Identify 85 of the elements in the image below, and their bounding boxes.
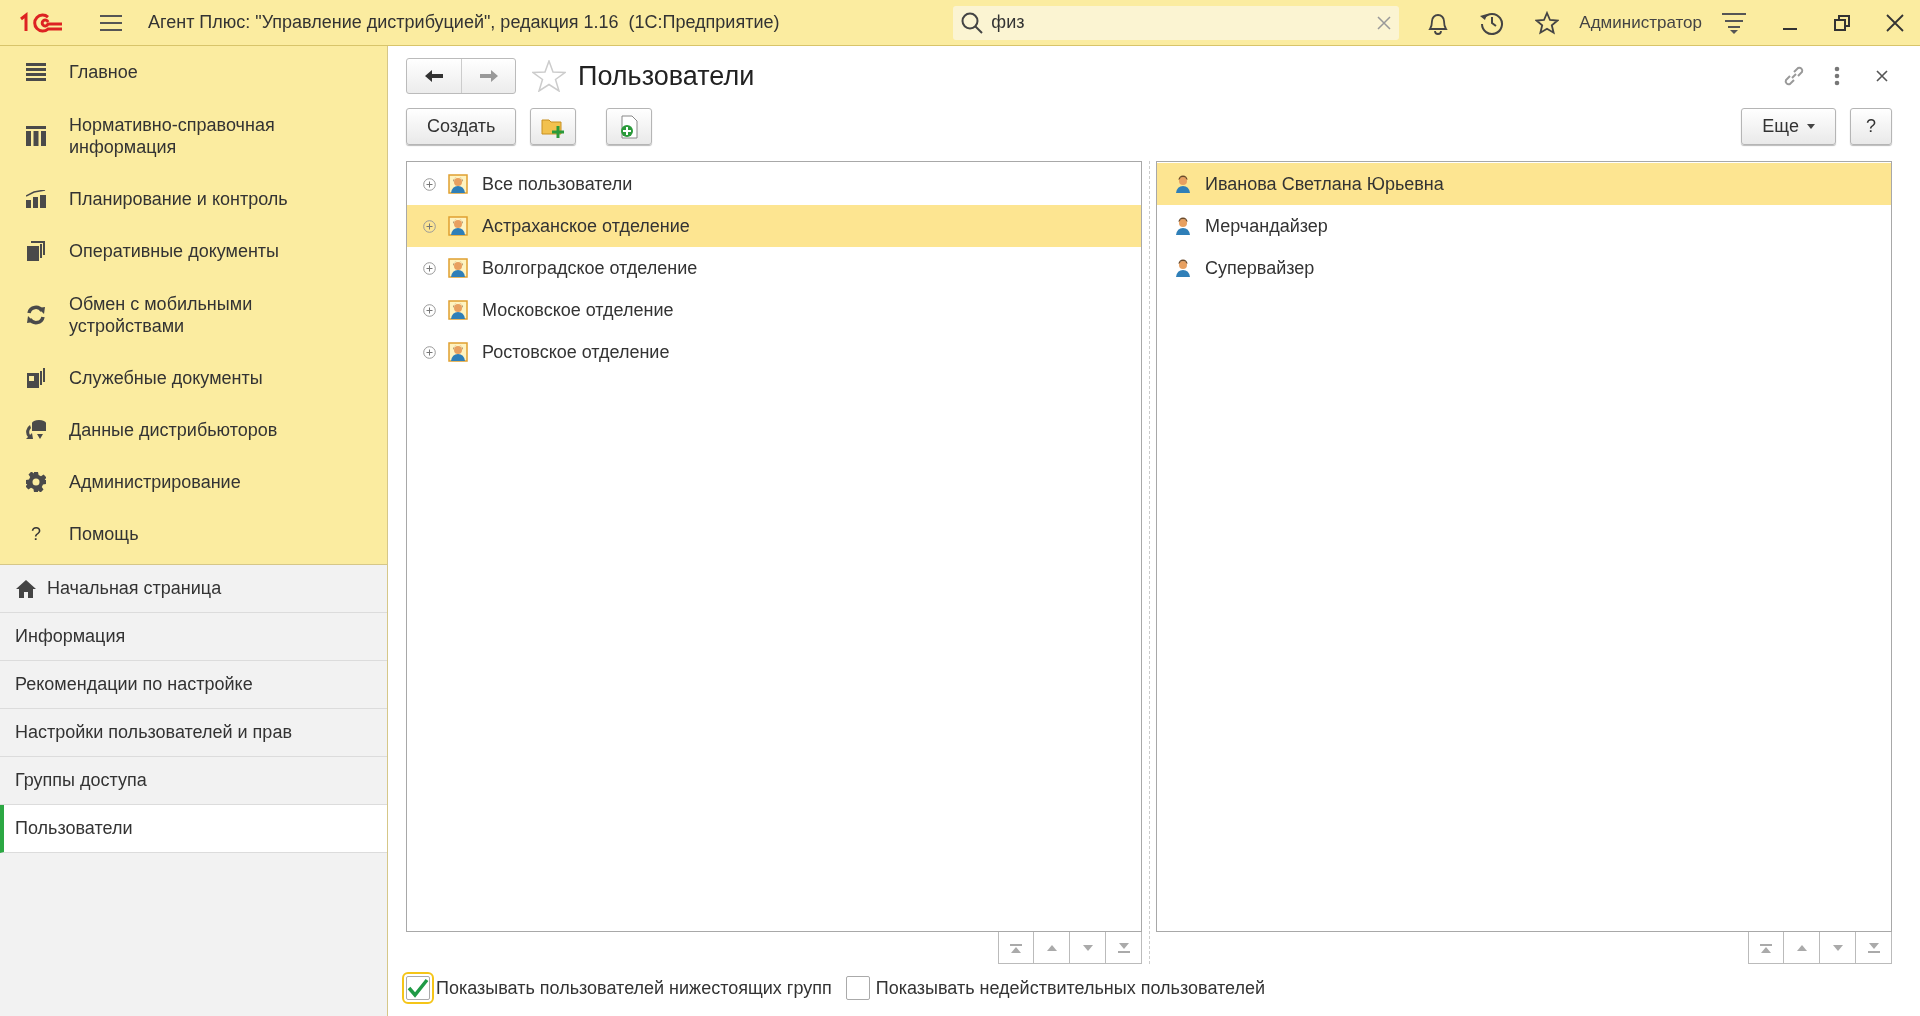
section-item[interactable]: Данные дистрибьюторов [0,404,387,456]
home-icon [15,578,37,599]
scroll-up-button[interactable] [1784,932,1820,964]
form-title: Пользователи [578,60,756,92]
clear-icon[interactable] [1377,15,1392,30]
more-button[interactable]: Еще [1741,108,1836,145]
scroll-top-button[interactable] [1748,932,1784,964]
sync-icon [26,304,46,325]
scroll-down-button[interactable] [1820,932,1856,964]
scroll-top-button[interactable] [998,932,1034,964]
user-name[interactable]: Администратор [1579,12,1702,33]
help-glyph: ? [31,523,41,545]
group-row[interactable]: Московское отделение [407,289,1141,331]
help-button[interactable]: ? [1850,108,1892,145]
user-row[interactable]: Супервайзер [1157,247,1891,289]
user-group-icon [448,174,468,194]
section-item[interactable]: Нормативно-справочная информация [0,98,387,173]
scroll-up-button[interactable] [1034,932,1070,964]
scroll-down-button[interactable] [1070,932,1106,964]
group-row[interactable]: Волгоградское отделение [407,247,1141,289]
user-icon [1175,259,1191,277]
user-group-icon [448,216,468,236]
user-row[interactable]: Иванова Светлана Юрьевна [1157,163,1891,205]
star-icon[interactable] [1535,10,1560,35]
group-row[interactable]: Все пользователи [407,163,1141,205]
checkbox[interactable] [845,976,870,1000]
books-icon [26,125,46,146]
more-icon[interactable] [1834,66,1840,86]
documents-icon [27,368,45,388]
user-group-icon [448,342,468,362]
nav-item[interactable]: Рекомендации по настройке [0,661,387,709]
nav-item[interactable]: Информация [0,613,387,661]
section-item[interactable]: Администрирование [0,456,387,508]
database-sync-icon [25,420,47,440]
menu-icon[interactable] [100,13,122,32]
create-button[interactable]: Создать [406,108,517,145]
group-row[interactable]: Астраханское отделение [407,205,1141,247]
create-folder-button[interactable] [530,108,577,145]
checkbox-label: Показывать недействительных пользователей [875,977,1266,999]
section-item[interactable]: Служебные документы [0,352,387,404]
scroll-top-icon [1009,941,1023,954]
search-field[interactable]: физ [989,11,1372,34]
scroll-bottom-button[interactable] [1856,932,1892,964]
search-field[interactable]: физ [953,5,1400,40]
caret-icon [1807,124,1815,129]
section-item[interactable]: ? Помощь [0,508,387,560]
expand-icon[interactable] [423,261,436,275]
documents-icon [27,241,45,261]
scroll-bottom-button[interactable] [1106,932,1142,964]
expand-icon[interactable] [423,345,436,359]
bar-chart-icon [26,190,46,208]
arrow-left-icon [424,69,444,83]
logo-icon [18,10,64,35]
close-icon[interactable] [1876,70,1888,82]
expand-icon[interactable] [423,177,436,191]
scroll-bottom-icon [1116,941,1131,954]
section-item[interactable]: Обмен с мобильными устройствами [0,277,387,352]
nav-item[interactable]: Настройки пользователей и прав [0,709,387,757]
nav-item[interactable]: Начальная страница [0,565,387,613]
restore-icon[interactable] [1834,14,1850,31]
user-icon [1175,175,1191,193]
user-group-icon [448,258,468,278]
list-icon [26,63,46,81]
scroll-top-icon [1759,941,1773,954]
document-plus-icon [619,114,640,139]
expand-icon[interactable] [423,303,436,317]
create-item-button[interactable] [606,108,653,145]
section-item[interactable]: Планирование и контроль [0,173,387,225]
section-item[interactable]: Оперативные документы [0,225,387,277]
link-icon[interactable] [1782,64,1806,88]
group-row[interactable]: Ростовское отделение [407,331,1141,373]
user-icon [1175,217,1191,235]
nav-item[interactable]: Пользователи [0,805,387,853]
arrow-right-icon [478,69,499,83]
window-title: Агент Плюс: "Управление дистрибуцией", редакция 1.16 (1С:Предприятие) [148,12,781,33]
gear-icon [26,472,46,492]
search-icon [961,11,984,34]
expand-icon[interactable] [423,219,436,233]
close-icon[interactable] [1886,13,1904,32]
section-item[interactable]: Главное [0,46,387,98]
checkbox-label: Показывать пользователей нижестоящих групп [436,977,832,999]
user-row[interactable]: Мерчандайзер [1157,205,1891,247]
user-group-icon [448,300,468,320]
filter-icon[interactable] [1722,11,1746,34]
scroll-bottom-icon [1866,941,1881,954]
